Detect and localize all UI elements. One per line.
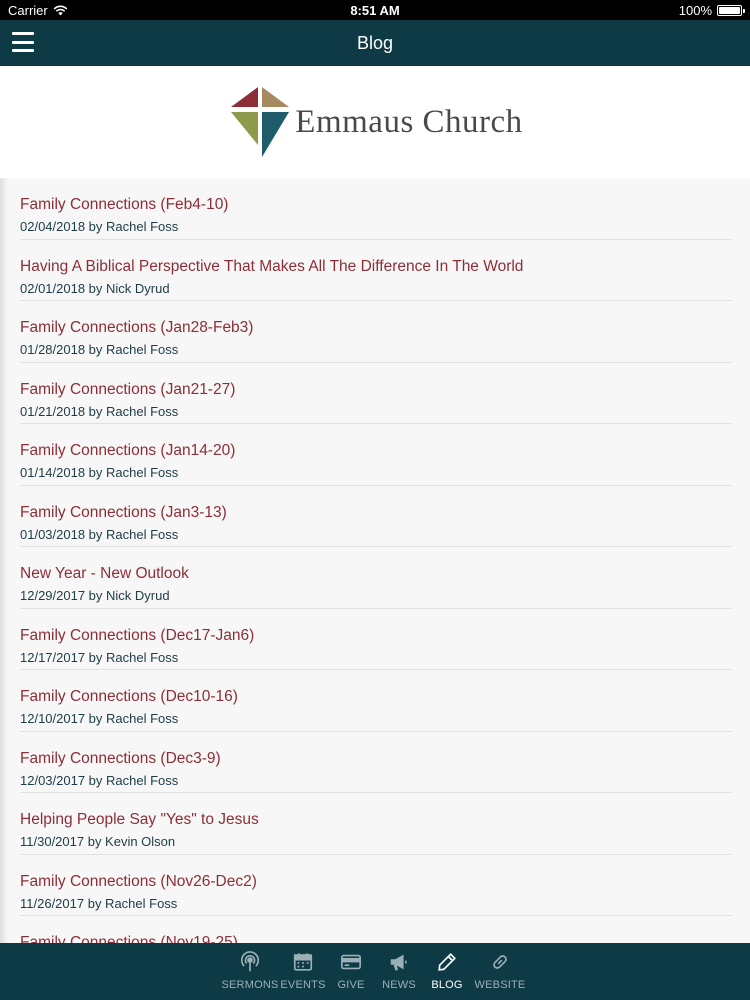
status-time: 8:51 AM xyxy=(350,2,400,18)
hamburger-icon-bar xyxy=(12,32,34,35)
pencil-icon xyxy=(438,953,456,971)
post-title: Having A Biblical Perspective That Makes… xyxy=(20,257,524,275)
post-meta: 12/17/2017 by Rachel Foss xyxy=(20,649,179,665)
church-logo-header: Emmaus Church xyxy=(0,66,750,178)
wifi-icon xyxy=(53,5,68,15)
post-title: Family Connections (Jan21-27) xyxy=(20,380,236,398)
post-meta: 11/30/2017 by Kevin Olson xyxy=(20,834,176,849)
page-title: Blog xyxy=(356,32,394,53)
tab-events[interactable]: EVENTS xyxy=(278,951,328,991)
blog-post-row[interactable]: Family Connections (Jan3-13) 01/03/2018 … xyxy=(20,486,732,547)
nav-bar: Blog xyxy=(0,20,750,66)
post-title: New Year - New Outlook xyxy=(20,565,189,582)
post-meta: 01/03/2018 by Rachel Foss xyxy=(20,526,179,542)
link-icon xyxy=(493,955,507,969)
hamburger-icon-bar xyxy=(12,49,34,52)
post-title: Family Connections (Jan3-13) xyxy=(20,503,227,521)
blog-post-row[interactable]: Family Connections (Jan28-Feb3) 01/28/20… xyxy=(20,301,732,363)
status-bar: Carrier 8:51 AM 100% xyxy=(0,0,750,20)
post-title: Family Connections (Jan28-Feb3) xyxy=(20,319,254,336)
post-title: Family Connections (Dec3-9) xyxy=(20,749,221,767)
tab-give[interactable]: GIVE xyxy=(326,951,376,991)
blog-post-row[interactable]: Family Connections (Dec17-Jan6) 12/17/20… xyxy=(20,609,732,670)
cross-logo-icon xyxy=(231,87,290,157)
podcast-icon xyxy=(240,951,260,972)
menu-button[interactable] xyxy=(12,32,34,52)
carrier-label: Carrier xyxy=(8,2,48,18)
post-title: Family Connections (Dec10-16) xyxy=(20,688,238,705)
tab-label: EVENTS xyxy=(280,979,326,991)
tab-label: WEBSITE xyxy=(474,979,526,991)
tab-bar: SERMONS EVENTS GIVE NEWS BLOG WEBSITE xyxy=(0,943,750,1000)
post-meta: 01/28/2018 by Rachel Foss xyxy=(20,342,179,357)
blog-post-row[interactable]: Family Connections (Nov26-Dec2) 11/26/20… xyxy=(20,855,732,916)
blog-post-row[interactable]: New Year - New Outlook 12/29/2017 by Nic… xyxy=(20,547,732,609)
hamburger-icon-bar xyxy=(12,40,34,44)
blog-post-row[interactable]: Family Connections (Jan21-27) 01/21/2018… xyxy=(20,363,732,424)
blog-post-row[interactable]: Having A Biblical Perspective That Makes… xyxy=(20,240,732,301)
status-right: 100% xyxy=(678,2,745,18)
tab-blog[interactable]: BLOG xyxy=(422,951,472,991)
battery-percent: 100% xyxy=(678,2,712,18)
post-title: Family Connections (Nov26-Dec2) xyxy=(20,872,257,890)
blog-post-row[interactable]: Family Connections (Nov19-25) xyxy=(20,916,732,943)
blog-post-row[interactable]: Family Connections (Feb4-10) 02/04/2018 … xyxy=(20,178,732,240)
post-title: Helping People Say "Yes" to Jesus xyxy=(20,811,259,828)
credit-card-icon xyxy=(341,954,361,970)
tab-label: GIVE xyxy=(337,979,365,991)
tab-news[interactable]: NEWS xyxy=(374,951,424,991)
church-name: Emmaus Church xyxy=(295,103,523,140)
tab-label: NEWS xyxy=(382,979,416,991)
tab-website[interactable]: WEBSITE xyxy=(470,951,530,991)
post-meta: 01/14/2018 by Rachel Foss xyxy=(20,465,179,480)
post-title: Family Connections (Dec17-Jan6) xyxy=(20,626,255,644)
megaphone-icon xyxy=(390,954,407,971)
post-meta: 01/21/2018 by Rachel Foss xyxy=(20,403,179,419)
blog-list[interactable]: Family Connections (Feb4-10) 02/04/2018 … xyxy=(0,178,750,943)
post-title: Family Connections (Jan14-20) xyxy=(20,442,236,459)
post-meta: 12/10/2017 by Rachel Foss xyxy=(20,711,179,726)
battery-icon xyxy=(717,4,745,16)
post-meta: 02/01/2018 by Nick Dyrud xyxy=(20,280,170,296)
post-meta: 12/29/2017 by Nick Dyrud xyxy=(20,588,170,603)
blog-post-row[interactable]: Family Connections (Jan14-20) 01/14/2018… xyxy=(20,424,732,486)
tab-label: BLOG xyxy=(431,979,463,991)
post-meta: 12/03/2017 by Rachel Foss xyxy=(20,772,179,788)
status-left: Carrier xyxy=(8,3,68,18)
post-title: Family Connections (Feb4-10) xyxy=(20,196,229,213)
blog-post-row[interactable]: Family Connections (Dec10-16) 12/10/2017… xyxy=(20,670,732,732)
tab-sermons[interactable]: SERMONS xyxy=(220,951,280,991)
blog-post-row[interactable]: Family Connections (Dec3-9) 12/03/2017 b… xyxy=(20,732,732,793)
post-meta: 11/26/2017 by Rachel Foss xyxy=(20,895,178,911)
post-meta: 02/04/2018 by Rachel Foss xyxy=(20,219,179,234)
blog-post-row[interactable]: Helping People Say "Yes" to Jesus 11/30/… xyxy=(20,793,732,855)
calendar-icon xyxy=(293,953,313,971)
tab-label: SERMONS xyxy=(221,979,279,991)
post-title: Family Connections (Nov19-25) xyxy=(20,934,238,943)
